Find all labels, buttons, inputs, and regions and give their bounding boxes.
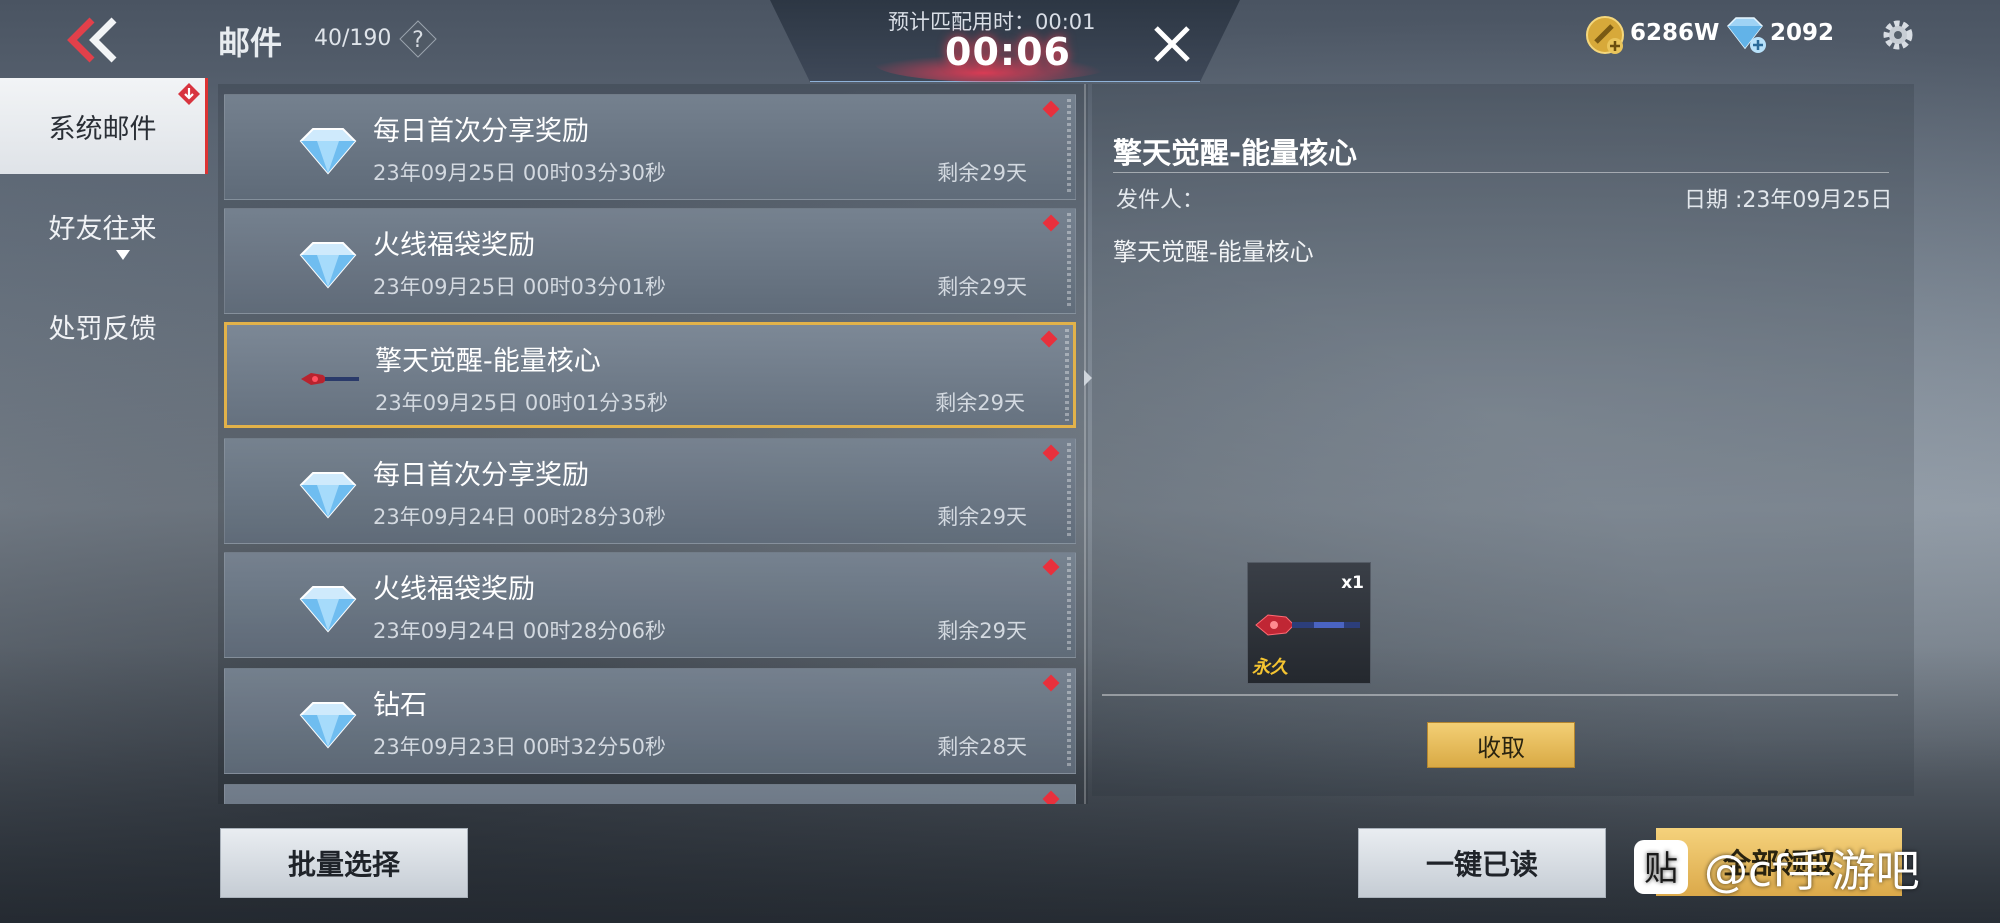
mail-list-item-selected[interactable]: 擎天觉醒-能量核心 23年09月25日 00时01分35秒 剩余29天 xyxy=(224,322,1076,428)
diamond-icon xyxy=(295,123,361,177)
unread-dot-icon xyxy=(1042,444,1060,462)
mail-date: 23年09月24日 00时28分30秒 xyxy=(373,505,667,529)
batch-select-button[interactable]: 批量选择 xyxy=(220,828,468,898)
mail-list-item[interactable]: 每日首次分享奖励 23年09月24日 00时28分30秒 剩余29天 xyxy=(224,438,1076,544)
panel-divider xyxy=(1084,84,1086,804)
divider xyxy=(1067,213,1071,309)
divider xyxy=(1065,329,1069,421)
diamond-icon xyxy=(295,237,361,291)
unread-dot-icon xyxy=(1042,214,1060,232)
mail-remaining: 剩余28天 xyxy=(937,735,1027,759)
divider xyxy=(1067,443,1071,539)
mail-date: 23年09月23日 00时32分50秒 xyxy=(373,735,667,759)
gold-amount: 6286W xyxy=(1630,20,1720,46)
new-badge-icon xyxy=(177,82,201,106)
watermark: 贴 @cf手游吧 xyxy=(1632,834,1920,900)
claim-button[interactable]: 收取 xyxy=(1427,722,1575,768)
mail-remaining: 剩余29天 xyxy=(937,275,1027,299)
collapse-arrow-icon[interactable] xyxy=(1084,370,1092,386)
mail-date: 23年09月25日 00时03分01秒 xyxy=(373,275,667,299)
mail-count: 40/190 xyxy=(314,26,392,51)
sidebar-item-system-mail[interactable]: 系统邮件 xyxy=(0,78,208,174)
unread-dot-icon xyxy=(1042,674,1060,692)
mail-list-item-partial[interactable] xyxy=(224,784,1076,804)
mail-list[interactable]: 每日首次分享奖励 23年09月25日 00时03分30秒 剩余29天 火线福袋奖… xyxy=(218,84,1088,804)
match-timer: 00:06 xyxy=(945,30,1071,74)
sidebar-item-penalty-feedback[interactable]: 处罚反馈 xyxy=(0,278,205,374)
divider xyxy=(1113,172,1889,173)
double-chevron-left-icon xyxy=(67,17,117,63)
permanent-tag: 永久 xyxy=(1252,657,1288,678)
help-icon[interactable]: ? xyxy=(398,19,438,59)
weapon-icon xyxy=(297,353,363,407)
gold-coin-icon[interactable] xyxy=(1585,15,1625,55)
detail-body: 擎天觉醒-能量核心 xyxy=(1113,238,1314,266)
mail-remaining: 剩余29天 xyxy=(937,161,1027,185)
detail-title: 擎天觉醒-能量核心 xyxy=(1113,136,1358,170)
mail-date: 23年09月24日 00时28分06秒 xyxy=(373,619,667,643)
unread-dot-icon xyxy=(1042,100,1060,118)
mail-list-item[interactable]: 钻石 23年09月23日 00时32分50秒 剩余28天 xyxy=(224,668,1076,774)
detail-date: 日期 :23年09月25日 xyxy=(1684,188,1893,213)
mark-all-read-button[interactable]: 一键已读 xyxy=(1358,828,1606,898)
page-title: 邮件 xyxy=(218,24,283,62)
expand-arrow-icon[interactable] xyxy=(116,250,130,260)
diamond-icon xyxy=(295,697,361,751)
diamond-icon xyxy=(295,581,361,635)
weapon-icon xyxy=(1254,607,1364,643)
mail-title: 火线福袋奖励 xyxy=(373,230,535,261)
divider xyxy=(1102,694,1898,696)
diamond-icon xyxy=(295,467,361,521)
sidebar-item-friends[interactable]: 好友往来 xyxy=(0,178,205,274)
unread-dot-icon xyxy=(1042,790,1060,804)
diamond-amount: 2092 xyxy=(1770,20,1835,46)
sidebar-item-label: 处罚反馈 xyxy=(48,313,157,345)
unread-dot-icon xyxy=(1042,558,1060,576)
divider xyxy=(1067,99,1071,195)
attachment-item[interactable]: x1 永久 xyxy=(1247,562,1371,684)
diamond-currency-icon[interactable] xyxy=(1722,14,1768,54)
unread-dot-icon xyxy=(1040,330,1058,348)
sidebar-item-label: 系统邮件 xyxy=(48,113,157,145)
sender-label: 发件人： xyxy=(1116,188,1205,213)
mail-remaining: 剩余29天 xyxy=(937,505,1027,529)
mail-list-item[interactable]: 每日首次分享奖励 23年09月25日 00时03分30秒 剩余29天 xyxy=(224,94,1076,200)
close-icon xyxy=(1154,26,1190,62)
mail-remaining: 剩余29天 xyxy=(937,619,1027,643)
mail-title: 每日首次分享奖励 xyxy=(373,460,589,491)
watermark-text: @cf手游吧 xyxy=(1704,846,1920,897)
mail-list-item[interactable]: 火线福袋奖励 23年09月24日 00时28分06秒 剩余29天 xyxy=(224,552,1076,658)
mail-title: 钻石 xyxy=(373,690,427,721)
mail-date: 23年09月25日 00时03分30秒 xyxy=(373,161,667,185)
mail-title: 火线福袋奖励 xyxy=(373,574,535,605)
mail-date: 23年09月25日 00时01分35秒 xyxy=(375,391,669,415)
mail-remaining: 剩余29天 xyxy=(935,391,1025,415)
back-button[interactable] xyxy=(62,16,122,64)
mail-title: 擎天觉醒-能量核心 xyxy=(375,346,601,377)
divider xyxy=(1067,557,1071,653)
divider xyxy=(1067,673,1071,769)
mail-list-item[interactable]: 火线福袋奖励 23年09月25日 00时03分01秒 剩余29天 xyxy=(224,208,1076,314)
tieba-logo-icon: 贴 xyxy=(1634,840,1688,894)
settings-gear-icon[interactable] xyxy=(1880,17,1916,53)
cancel-match-button[interactable] xyxy=(1150,22,1194,66)
attachment-quantity: x1 xyxy=(1341,573,1364,593)
svg-text:贴: 贴 xyxy=(1644,849,1678,889)
svg-text:?: ? xyxy=(412,28,424,53)
mail-title: 每日首次分享奖励 xyxy=(373,116,589,147)
sidebar-item-label: 好友往来 xyxy=(48,213,157,245)
